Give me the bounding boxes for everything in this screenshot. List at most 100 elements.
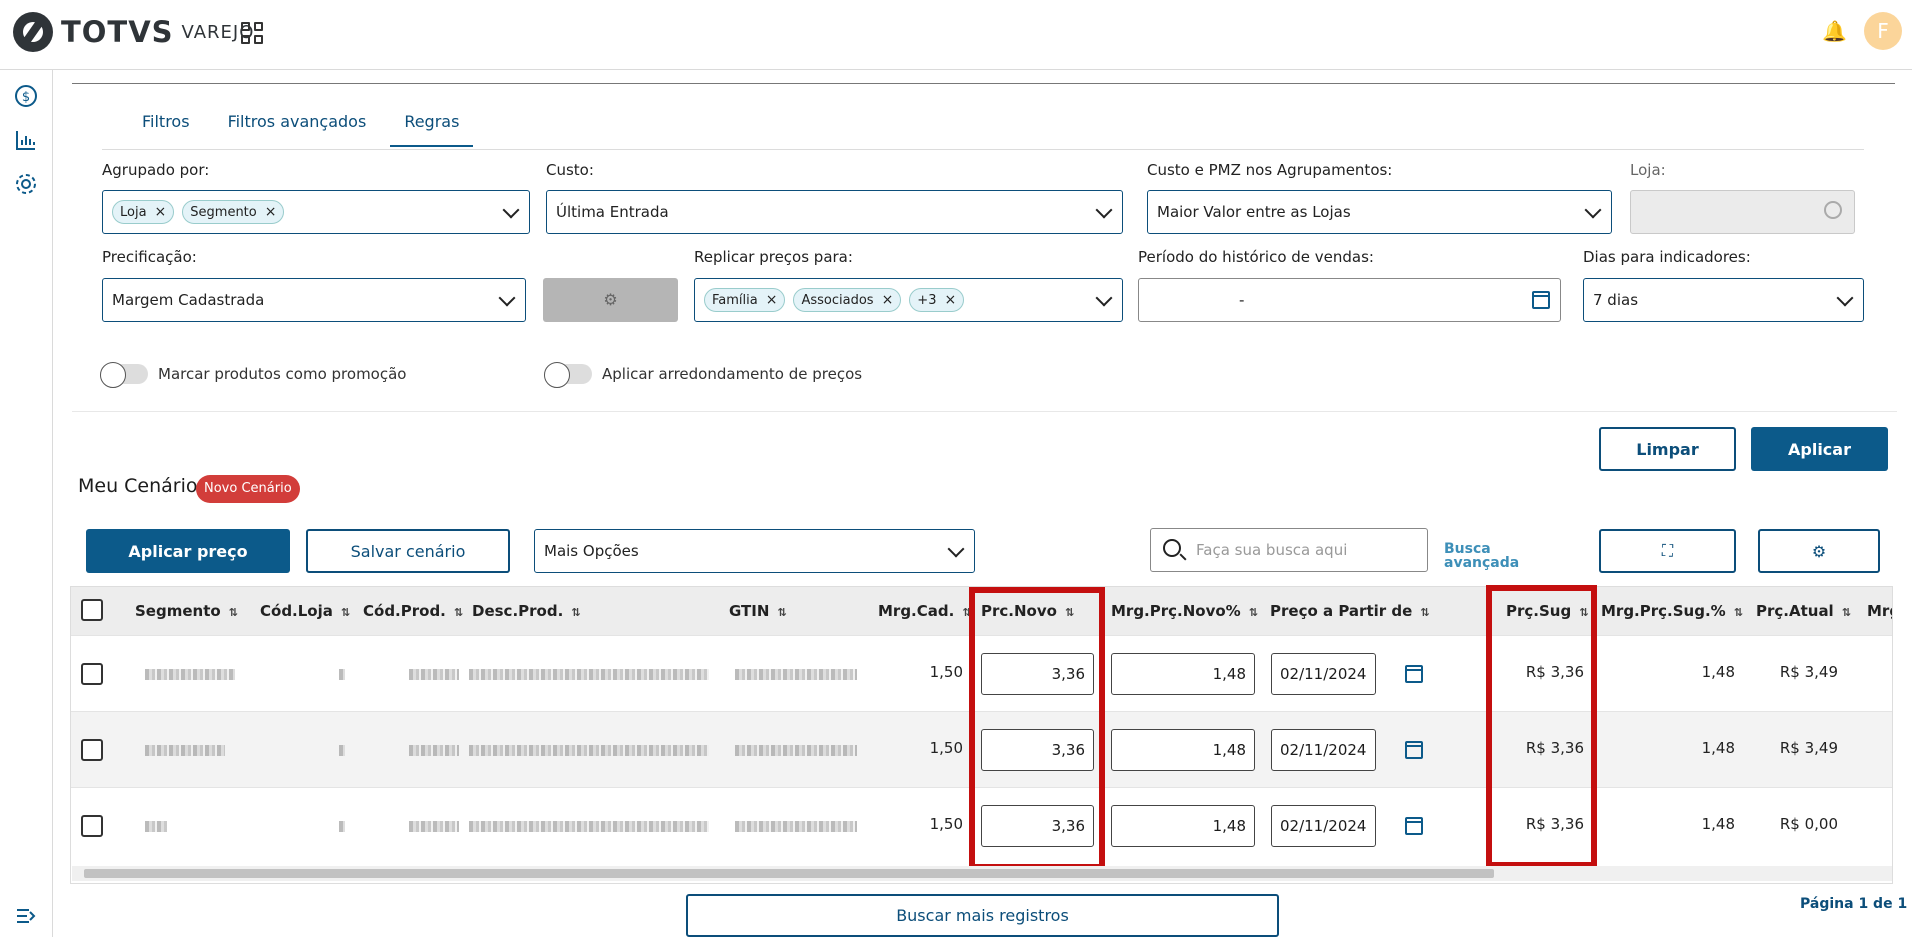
- totvs-logo[interactable]: TOTVS VAREJO: [13, 12, 254, 52]
- gear-icon: ⚙: [603, 290, 618, 309]
- header-preco-partir[interactable]: Preço a Partir de ⇅: [1270, 602, 1430, 620]
- chip-label: Segmento: [190, 204, 257, 220]
- tab-filtros[interactable]: Filtros: [128, 106, 204, 147]
- header-prc-atual[interactable]: Prç.Atual ⇅: [1756, 602, 1851, 620]
- mrg-novo-input[interactable]: 1,48: [1111, 653, 1255, 695]
- date-input[interactable]: 02/11/2024: [1271, 729, 1376, 771]
- calendar-icon[interactable]: [1405, 817, 1423, 835]
- toggle-label: Marcar produtos como promoção: [158, 365, 407, 383]
- pmz-select[interactable]: Maior Valor entre as Lojas: [1147, 190, 1612, 234]
- table-row: 1,50 3,36 1,48 02/11/2024 R$ 3,36 1,48 R…: [71, 711, 1892, 787]
- bar-chart-icon[interactable]: [14, 128, 38, 152]
- header-gtin[interactable]: GTIN ⇅: [729, 602, 787, 620]
- header-mrg[interactable]: Mrg: [1867, 602, 1892, 620]
- header-prc-sug[interactable]: Prç.Sug ⇅: [1506, 602, 1588, 620]
- remove-chip-icon[interactable]: ×: [766, 292, 778, 308]
- date-input[interactable]: 02/11/2024: [1271, 805, 1376, 847]
- mrg-novo-input[interactable]: 1,48: [1111, 729, 1255, 771]
- svg-text:$: $: [22, 90, 30, 105]
- notification-bell-icon[interactable]: 🔔: [1822, 19, 1847, 43]
- dias-select[interactable]: 7 dias: [1583, 278, 1864, 322]
- precificacao-settings-button[interactable]: ⚙: [543, 278, 678, 322]
- header-mrg-prc-sug[interactable]: Mrg.Prç.Sug.% ⇅: [1601, 602, 1743, 620]
- aplicar-button[interactable]: Aplicar: [1751, 427, 1888, 471]
- row-checkbox[interactable]: [81, 815, 103, 837]
- chevron-down-icon: [1095, 289, 1113, 307]
- header-cod-loja[interactable]: Cód.Loja ⇅: [260, 602, 350, 620]
- apps-grid-icon[interactable]: [241, 22, 263, 44]
- prc-novo-input[interactable]: 3,36: [981, 729, 1094, 771]
- search-icon: [1163, 539, 1181, 557]
- agrupado-select[interactable]: Loja × Segmento ×: [102, 190, 530, 234]
- header-prc-novo[interactable]: Prc.Novo ⇅: [981, 602, 1074, 620]
- buscar-mais-button[interactable]: Buscar mais registros: [686, 894, 1279, 937]
- blurred-segmento: [145, 745, 225, 756]
- chip-more: +3 ×: [909, 288, 965, 312]
- pmz-value: Maior Valor entre as Lojas: [1157, 203, 1351, 221]
- fullscreen-icon: ⛶: [1661, 541, 1674, 560]
- expand-menu-icon[interactable]: [14, 904, 38, 928]
- periodo-input[interactable]: -: [1138, 278, 1561, 322]
- tab-filtros-avancados[interactable]: Filtros avançados: [214, 106, 381, 147]
- sort-icon: ⇅: [1248, 606, 1258, 619]
- mrg-novo-input[interactable]: 1,48: [1111, 805, 1255, 847]
- blurred-cod-prod: [409, 745, 459, 756]
- chip-associados: Associados ×: [793, 288, 902, 312]
- header-cod-prod[interactable]: Cód.Prod. ⇅: [363, 602, 463, 620]
- toggle-switch[interactable]: [544, 362, 592, 388]
- blurred-desc: [469, 821, 709, 832]
- horizontal-scrollbar[interactable]: [72, 866, 1892, 881]
- chip-segmento: Segmento ×: [182, 200, 285, 224]
- loja-input[interactable]: [1630, 190, 1855, 234]
- table-settings-button[interactable]: ⚙: [1758, 529, 1880, 573]
- status-badge: Novo Cenário: [196, 475, 300, 503]
- row-checkbox[interactable]: [81, 739, 103, 761]
- mrg-cad-value: 1,50: [929, 663, 963, 681]
- settings-gear-icon[interactable]: [14, 172, 38, 196]
- limpar-button[interactable]: Limpar: [1599, 427, 1736, 471]
- prc-atual-value: R$ 0,00: [1779, 815, 1838, 833]
- header-mrg-prc-novo[interactable]: Mrg.Prç.Novo% ⇅: [1111, 602, 1258, 620]
- calendar-icon[interactable]: [1405, 665, 1423, 683]
- prc-novo-input[interactable]: 3,36: [981, 653, 1094, 695]
- chevron-down-icon: [1584, 201, 1602, 219]
- remove-chip-icon[interactable]: ×: [265, 204, 277, 220]
- blurred-cod-loja: [339, 669, 345, 680]
- busca-avancada-link[interactable]: Busca avançada: [1444, 542, 1519, 570]
- table-header: Segmento ⇅ Cód.Loja ⇅ Cód.Prod. ⇅ Desc.Prod…: [71, 587, 1892, 635]
- arredondamento-toggle[interactable]: Aplicar arredondamento de preços: [544, 362, 862, 388]
- row-checkbox[interactable]: [81, 663, 103, 685]
- header-mrg-cad[interactable]: Mrg.Cad. ⇅: [878, 602, 972, 620]
- fullscreen-button[interactable]: ⛶: [1599, 529, 1736, 573]
- calendar-icon[interactable]: [1532, 291, 1550, 309]
- blurred-cod-prod: [409, 669, 459, 680]
- aplicar-preco-button[interactable]: Aplicar preço: [86, 529, 290, 573]
- dollar-icon[interactable]: $: [14, 84, 38, 108]
- promo-toggle[interactable]: Marcar produtos como promoção: [100, 362, 407, 388]
- remove-chip-icon[interactable]: ×: [882, 292, 894, 308]
- header-segmento[interactable]: Segmento ⇅: [135, 602, 238, 620]
- sort-icon: ⇅: [453, 606, 464, 619]
- header-desc-prod[interactable]: Desc.Prod. ⇅: [472, 602, 581, 620]
- replicar-select[interactable]: Família × Associados × +3 ×: [694, 278, 1123, 322]
- sort-icon: ⇅: [1579, 606, 1589, 619]
- precificacao-select[interactable]: Margem Cadastrada: [102, 278, 526, 322]
- remove-chip-icon[interactable]: ×: [155, 204, 167, 220]
- custo-select[interactable]: Última Entrada: [546, 190, 1123, 234]
- toggle-switch[interactable]: [100, 362, 148, 388]
- totvs-logo-icon: [13, 12, 53, 52]
- date-input[interactable]: 02/11/2024: [1271, 653, 1376, 695]
- prc-novo-input[interactable]: 3,36: [981, 805, 1094, 847]
- select-all-checkbox[interactable]: [81, 599, 103, 621]
- remove-chip-icon[interactable]: ×: [944, 292, 956, 308]
- blurred-segmento: [145, 821, 167, 832]
- scrollbar-thumb[interactable]: [84, 869, 1494, 878]
- search-input[interactable]: Faça sua busca aqui: [1150, 528, 1428, 572]
- tab-regras[interactable]: Regras: [390, 106, 474, 147]
- mais-opcoes-select[interactable]: Mais Opções: [534, 529, 975, 573]
- user-avatar[interactable]: F: [1864, 12, 1902, 50]
- salvar-cenario-button[interactable]: Salvar cenário: [306, 529, 510, 573]
- calendar-icon[interactable]: [1405, 741, 1423, 759]
- mais-opcoes-value: Mais Opções: [544, 542, 639, 560]
- chevron-down-icon: [1095, 201, 1113, 219]
